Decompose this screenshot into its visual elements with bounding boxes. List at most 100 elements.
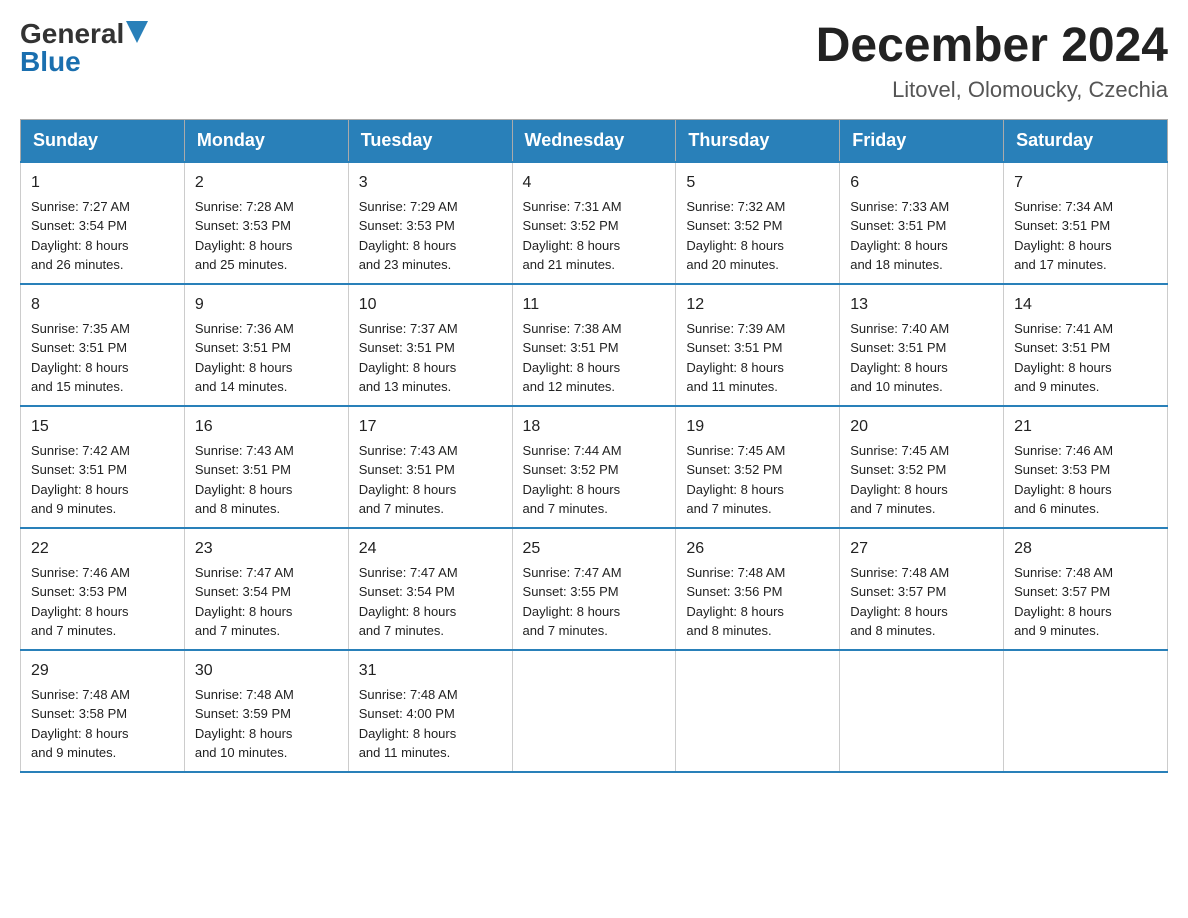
day-info: Sunrise: 7:33 AM Sunset: 3:51 PM Dayligh…: [850, 199, 949, 273]
day-info: Sunrise: 7:47 AM Sunset: 3:55 PM Dayligh…: [523, 565, 622, 639]
calendar-cell: 9Sunrise: 7:36 AM Sunset: 3:51 PM Daylig…: [184, 284, 348, 406]
day-number: 31: [359, 659, 502, 683]
day-info: Sunrise: 7:46 AM Sunset: 3:53 PM Dayligh…: [1014, 443, 1113, 517]
calendar-cell: 17 Sunrise: 7:43 AM Sunset: 3:51 PM Dayli…: [348, 406, 512, 528]
day-number: 16: [195, 415, 338, 439]
day-info: Sunrise: 7:48 AM Sunset: 4:00 PM Dayligh…: [359, 687, 458, 761]
day-number: 29: [31, 659, 174, 683]
logo-general-text: General: [20, 20, 124, 48]
calendar-cell: 1Sunrise: 7:27 AM Sunset: 3:54 PM Daylig…: [21, 162, 185, 284]
calendar-cell: 13 Sunrise: 7:40 AM Sunset: 3:51 PM Dayli…: [840, 284, 1004, 406]
day-info: Sunrise: 7:46 AM Sunset: 3:53 PM Dayligh…: [31, 565, 130, 639]
day-info: Sunrise: 7:42 AM Sunset: 3:51 PM Dayligh…: [31, 443, 130, 517]
day-info: Sunrise: 7:48 AM Sunset: 3:57 PM Dayligh…: [850, 565, 949, 639]
weekday-header-sunday: Sunday: [21, 119, 185, 162]
day-number: 21: [1014, 415, 1157, 439]
day-number: 26: [686, 537, 829, 561]
weekday-header-tuesday: Tuesday: [348, 119, 512, 162]
day-number: 4: [523, 171, 666, 195]
calendar-cell: 5 Sunrise: 7:32 AM Sunset: 3:52 PM Daylig…: [676, 162, 840, 284]
calendar-cell: 15 Sunrise: 7:42 AM Sunset: 3:51 PM Dayli…: [21, 406, 185, 528]
header: General Blue December 2024 Litovel, Olom…: [20, 20, 1168, 103]
calendar-cell: 4 Sunrise: 7:31 AM Sunset: 3:52 PM Daylig…: [512, 162, 676, 284]
calendar-cell: 23 Sunrise: 7:47 AM Sunset: 3:54 PM Dayli…: [184, 528, 348, 650]
calendar-cell: 22 Sunrise: 7:46 AM Sunset: 3:53 PM Dayli…: [21, 528, 185, 650]
calendar-cell: 11Sunrise: 7:38 AM Sunset: 3:51 PM Dayli…: [512, 284, 676, 406]
day-info: Sunrise: 7:45 AM Sunset: 3:52 PM Dayligh…: [686, 443, 785, 517]
weekday-header-thursday: Thursday: [676, 119, 840, 162]
day-info: Sunrise: 7:45 AM Sunset: 3:52 PM Dayligh…: [850, 443, 949, 517]
day-number: 30: [195, 659, 338, 683]
day-number: 25: [523, 537, 666, 561]
day-number: 12: [686, 293, 829, 317]
calendar-cell: [840, 650, 1004, 772]
day-number: 19: [686, 415, 829, 439]
day-info: Sunrise: 7:39 AM Sunset: 3:51 PM Dayligh…: [686, 321, 785, 395]
calendar-cell: [1004, 650, 1168, 772]
week-row-5: 29Sunrise: 7:48 AM Sunset: 3:58 PM Dayli…: [21, 650, 1168, 772]
day-number: 3: [359, 171, 502, 195]
day-number: 5: [686, 171, 829, 195]
day-number: 15: [31, 415, 174, 439]
day-number: 23: [195, 537, 338, 561]
day-info: Sunrise: 7:47 AM Sunset: 3:54 PM Dayligh…: [359, 565, 458, 639]
location-title: Litovel, Olomoucky, Czechia: [816, 77, 1168, 103]
calendar-cell: 2Sunrise: 7:28 AM Sunset: 3:53 PM Daylig…: [184, 162, 348, 284]
day-number: 2: [195, 171, 338, 195]
calendar-cell: 20Sunrise: 7:45 AM Sunset: 3:52 PM Dayli…: [840, 406, 1004, 528]
day-info: Sunrise: 7:44 AM Sunset: 3:52 PM Dayligh…: [523, 443, 622, 517]
day-info: Sunrise: 7:48 AM Sunset: 3:57 PM Dayligh…: [1014, 565, 1113, 639]
calendar-cell: 14 Sunrise: 7:41 AM Sunset: 3:51 PM Dayli…: [1004, 284, 1168, 406]
day-info: Sunrise: 7:37 AM Sunset: 3:51 PM Dayligh…: [359, 321, 458, 395]
week-row-1: 1Sunrise: 7:27 AM Sunset: 3:54 PM Daylig…: [21, 162, 1168, 284]
calendar-cell: 27 Sunrise: 7:48 AM Sunset: 3:57 PM Dayli…: [840, 528, 1004, 650]
week-row-2: 8 Sunrise: 7:35 AM Sunset: 3:51 PM Daylig…: [21, 284, 1168, 406]
day-number: 24: [359, 537, 502, 561]
calendar-cell: 16 Sunrise: 7:43 AM Sunset: 3:51 PM Dayli…: [184, 406, 348, 528]
calendar-cell: 29Sunrise: 7:48 AM Sunset: 3:58 PM Dayli…: [21, 650, 185, 772]
weekday-header-row: SundayMondayTuesdayWednesdayThursdayFrid…: [21, 119, 1168, 162]
day-number: 17: [359, 415, 502, 439]
day-number: 8: [31, 293, 174, 317]
calendar-cell: 7 Sunrise: 7:34 AM Sunset: 3:51 PM Daylig…: [1004, 162, 1168, 284]
calendar-cell: 19 Sunrise: 7:45 AM Sunset: 3:52 PM Dayli…: [676, 406, 840, 528]
calendar-cell: 3Sunrise: 7:29 AM Sunset: 3:53 PM Daylig…: [348, 162, 512, 284]
day-number: 6: [850, 171, 993, 195]
title-area: December 2024 Litovel, Olomoucky, Czechi…: [816, 20, 1168, 103]
calendar-cell: 8 Sunrise: 7:35 AM Sunset: 3:51 PM Daylig…: [21, 284, 185, 406]
calendar-cell: 12 Sunrise: 7:39 AM Sunset: 3:51 PM Dayli…: [676, 284, 840, 406]
calendar-cell: 31 Sunrise: 7:48 AM Sunset: 4:00 PM Dayli…: [348, 650, 512, 772]
day-info: Sunrise: 7:40 AM Sunset: 3:51 PM Dayligh…: [850, 321, 949, 395]
day-number: 7: [1014, 171, 1157, 195]
day-info: Sunrise: 7:41 AM Sunset: 3:51 PM Dayligh…: [1014, 321, 1113, 395]
logo-blue-text: Blue: [20, 48, 81, 76]
calendar-cell: [512, 650, 676, 772]
day-info: Sunrise: 7:31 AM Sunset: 3:52 PM Dayligh…: [523, 199, 622, 273]
day-info: Sunrise: 7:48 AM Sunset: 3:59 PM Dayligh…: [195, 687, 294, 761]
day-info: Sunrise: 7:35 AM Sunset: 3:51 PM Dayligh…: [31, 321, 130, 395]
day-info: Sunrise: 7:36 AM Sunset: 3:51 PM Dayligh…: [195, 321, 294, 395]
day-info: Sunrise: 7:43 AM Sunset: 3:51 PM Dayligh…: [359, 443, 458, 517]
day-info: Sunrise: 7:47 AM Sunset: 3:54 PM Dayligh…: [195, 565, 294, 639]
day-number: 14: [1014, 293, 1157, 317]
day-info: Sunrise: 7:43 AM Sunset: 3:51 PM Dayligh…: [195, 443, 294, 517]
weekday-header-saturday: Saturday: [1004, 119, 1168, 162]
calendar-cell: 10 Sunrise: 7:37 AM Sunset: 3:51 PM Dayli…: [348, 284, 512, 406]
month-title: December 2024: [816, 20, 1168, 73]
calendar-table: SundayMondayTuesdayWednesdayThursdayFrid…: [20, 119, 1168, 773]
day-info: Sunrise: 7:34 AM Sunset: 3:51 PM Dayligh…: [1014, 199, 1113, 273]
calendar-cell: 18Sunrise: 7:44 AM Sunset: 3:52 PM Dayli…: [512, 406, 676, 528]
day-info: Sunrise: 7:32 AM Sunset: 3:52 PM Dayligh…: [686, 199, 785, 273]
day-number: 1: [31, 171, 174, 195]
calendar-cell: 25 Sunrise: 7:47 AM Sunset: 3:55 PM Dayli…: [512, 528, 676, 650]
weekday-header-monday: Monday: [184, 119, 348, 162]
day-number: 13: [850, 293, 993, 317]
calendar-cell: [676, 650, 840, 772]
calendar-cell: 6 Sunrise: 7:33 AM Sunset: 3:51 PM Daylig…: [840, 162, 1004, 284]
logo: General Blue: [20, 20, 148, 76]
day-number: 27: [850, 537, 993, 561]
day-number: 10: [359, 293, 502, 317]
week-row-3: 15 Sunrise: 7:42 AM Sunset: 3:51 PM Dayli…: [21, 406, 1168, 528]
day-info: Sunrise: 7:48 AM Sunset: 3:56 PM Dayligh…: [686, 565, 785, 639]
day-number: 22: [31, 537, 174, 561]
